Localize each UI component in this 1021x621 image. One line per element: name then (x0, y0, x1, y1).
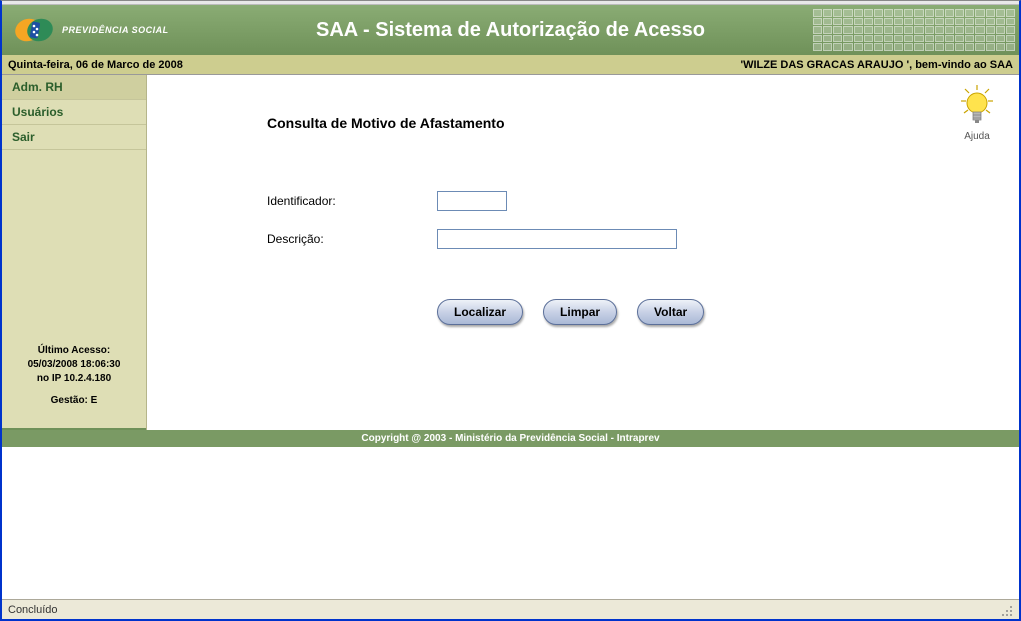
main-area: Adm. RH Usuários Sair Último Acesso: 05/… (2, 75, 1019, 430)
previdencia-logo-icon (14, 16, 56, 44)
footer: Copyright @ 2003 - Ministério da Previdê… (2, 430, 1019, 447)
footer-text: Copyright @ 2003 - Ministério da Previdê… (361, 433, 659, 444)
descricao-label: Descrição: (267, 232, 437, 246)
header: PREVIDÊNCIA SOCIAL SAA - Sistema de Auto… (2, 5, 1019, 55)
help-button[interactable]: Ajuda (959, 85, 995, 142)
descricao-input[interactable] (437, 229, 677, 249)
sidebar-item-usuarios[interactable]: Usuários (2, 100, 146, 125)
info-bar: Quinta-feira, 06 de Marco de 2008 'WILZE… (2, 55, 1019, 75)
form-row-identificador: Identificador: (267, 191, 989, 211)
sidebar: Adm. RH Usuários Sair Último Acesso: 05/… (2, 75, 147, 430)
sidebar-item-sair[interactable]: Sair (2, 125, 146, 150)
localizar-button[interactable]: Localizar (437, 299, 523, 325)
last-access-value: 05/03/2008 18:06:30 (8, 358, 140, 372)
voltar-button[interactable]: Voltar (637, 299, 704, 325)
status-text: Concluído (8, 604, 58, 616)
resize-grip-icon[interactable] (999, 603, 1013, 617)
identificador-input[interactable] (437, 191, 507, 211)
content: Ajuda Consulta de Motivo de Afastamento … (147, 75, 1019, 430)
last-access-label: Último Acesso: (8, 344, 140, 358)
sidebar-session-info: Último Acesso: 05/03/2008 18:06:30 no IP… (2, 334, 146, 430)
form-row-descricao: Descrição: (267, 229, 989, 249)
gestao-value: Gestão: E (8, 394, 140, 408)
sidebar-item-label: Usuários (12, 105, 63, 119)
last-access-ip: no IP 10.2.4.180 (8, 372, 140, 386)
help-label: Ajuda (959, 131, 995, 142)
button-row: Localizar Limpar Voltar (437, 299, 989, 325)
sidebar-item-label: Adm. RH (12, 80, 63, 94)
status-bar: Concluído (2, 599, 1019, 619)
welcome-message: 'WILZE DAS GRACAS ARAUJO ', bem-vindo ao… (740, 59, 1013, 71)
lightbulb-icon (959, 85, 995, 129)
limpar-button[interactable]: Limpar (543, 299, 617, 325)
logo: PREVIDÊNCIA SOCIAL (2, 16, 169, 44)
header-decoration (809, 5, 1019, 55)
identificador-label: Identificador: (267, 194, 437, 208)
sidebar-item-label: Sair (12, 130, 35, 144)
sidebar-item-adm-rh[interactable]: Adm. RH (2, 75, 146, 100)
logo-text: PREVIDÊNCIA SOCIAL (62, 25, 169, 35)
page-title: Consulta de Motivo de Afastamento (267, 115, 989, 131)
current-date: Quinta-feira, 06 de Marco de 2008 (8, 59, 183, 71)
